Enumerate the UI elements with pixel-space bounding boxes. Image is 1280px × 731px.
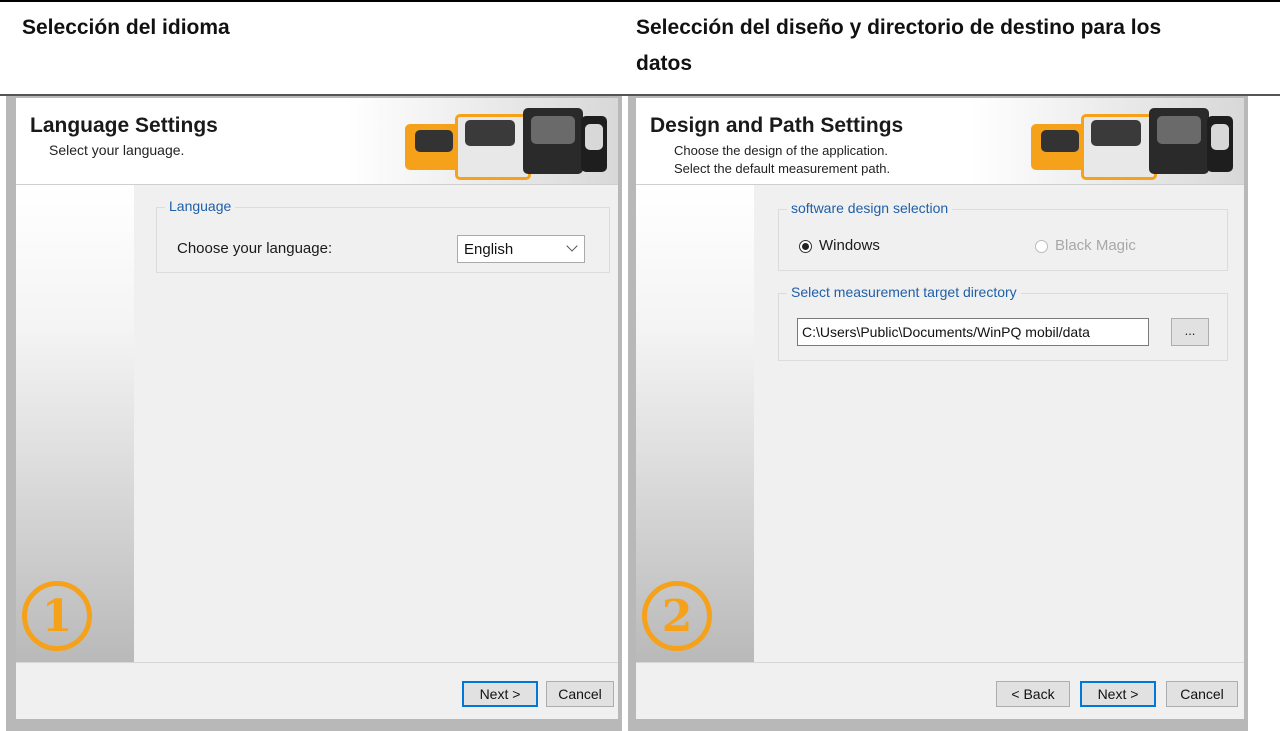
next-button[interactable]: Next > <box>1080 681 1156 707</box>
design-selection-group: software design selection Windows Black … <box>778 200 1228 271</box>
step-number-badge: 1 <box>22 581 92 651</box>
caption-language-selection: Selección del idioma <box>22 16 230 39</box>
caption-design-selection: Selección del diseño y directorio de des… <box>636 10 1276 82</box>
dialog-subtitle-line2: Select the default measurement path. <box>674 161 891 176</box>
windows-option-label: Windows <box>819 237 880 254</box>
document-header: Selección del idioma Selección del diseñ… <box>0 0 1280 95</box>
browse-button[interactable]: ... <box>1171 318 1209 346</box>
cancel-button[interactable]: Cancel <box>546 681 614 707</box>
dialog-footer: Next > Cancel <box>16 662 618 719</box>
dialog-title: Design and Path Settings <box>650 114 904 137</box>
wizard-sidebar: 1 <box>16 185 134 663</box>
design-group-legend: software design selection <box>787 200 953 216</box>
windows-radio[interactable] <box>799 240 812 253</box>
target-directory-group: Select measurement target directory C:\U… <box>778 284 1228 361</box>
black-magic-radio[interactable] <box>1035 240 1048 253</box>
step-number-badge: 2 <box>642 581 712 651</box>
device-product-image <box>405 106 610 180</box>
language-group: Language Choose your language: English <box>156 198 610 273</box>
next-button[interactable]: Next > <box>462 681 538 707</box>
language-dropdown-value: English <box>464 241 514 258</box>
black-magic-option-label: Black Magic <box>1055 237 1136 254</box>
choose-language-label: Choose your language: <box>177 240 333 257</box>
dialog-title: Language Settings <box>30 114 218 137</box>
dialog-content: Language Choose your language: English <box>134 185 618 663</box>
target-directory-input[interactable]: C:\Users\Public\Documents/WinPQ mobil/da… <box>797 318 1149 346</box>
wizard-sidebar: 2 <box>636 185 754 663</box>
dialog-banner: Language Settings Select your language. <box>16 98 618 185</box>
language-dropdown[interactable]: English <box>457 235 585 263</box>
device-product-image <box>1031 106 1236 180</box>
dialog-footer: < Back Next > Cancel <box>636 662 1244 719</box>
dialog-subtitle-line1: Choose the design of the application. <box>674 143 888 158</box>
dialog-subtitle: Select your language. <box>49 142 185 158</box>
language-group-legend: Language <box>165 198 236 214</box>
dialog-banner: Design and Path Settings Choose the desi… <box>636 98 1244 185</box>
language-settings-dialog: Language Settings Select your language. … <box>6 96 622 731</box>
caption-design-line2: datos <box>636 52 693 75</box>
caption-design-line1: Selección del diseño y directorio de des… <box>636 16 1162 39</box>
dialog-content: software design selection Windows Black … <box>754 185 1244 663</box>
cancel-button[interactable]: Cancel <box>1166 681 1238 707</box>
chevron-down-icon <box>566 240 578 252</box>
back-button[interactable]: < Back <box>996 681 1070 707</box>
directory-group-legend: Select measurement target directory <box>787 284 1021 300</box>
design-path-settings-dialog: Design and Path Settings Choose the desi… <box>628 96 1248 731</box>
